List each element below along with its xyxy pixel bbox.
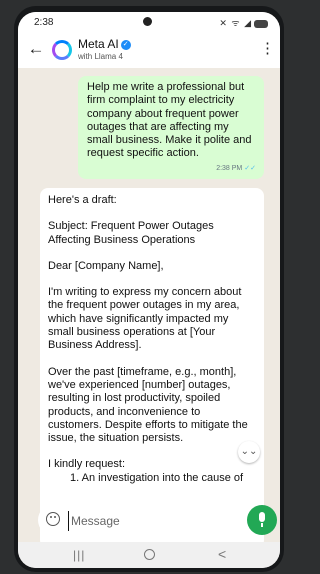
scroll-to-bottom-button[interactable]: ⌄⌄ (238, 441, 260, 463)
message-timestamp: 2:38 PM ✓✓ (216, 162, 256, 175)
ai-list-item-text: An investigation into the cause of (81, 471, 244, 484)
battery-icon (254, 19, 268, 28)
ai-paragraph-1: I'm writing to express my concern about … (48, 286, 242, 352)
ai-request-list-item: 1. An investigation into the cause of (70, 471, 244, 484)
mic-stand (261, 523, 263, 527)
read-receipt-icon: ✓✓ (244, 164, 256, 172)
nav-back-icon[interactable]: < (218, 546, 226, 562)
emoji-icon[interactable] (46, 512, 60, 526)
recent-apps-icon[interactable]: ||| (73, 548, 85, 562)
chat-header: ← Meta AI ✓ with Llama 4 ⋮ (18, 32, 280, 68)
signal-icons: ✕ ᯤ ◢ (219, 18, 252, 28)
chat-subtitle: with Llama 4 (78, 52, 123, 61)
message-input[interactable] (68, 511, 223, 531)
front-camera (143, 17, 152, 26)
ai-request: I kindly request: (48, 458, 126, 471)
home-icon[interactable] (144, 549, 155, 560)
status-time: 2:38 (34, 17, 54, 28)
mic-icon (259, 512, 265, 522)
status-icons: ✕ ᯤ ◢ (219, 16, 268, 29)
ai-paragraph-2: Over the past [timeframe, e.g., month], … (48, 365, 248, 445)
ai-salutation: Dear [Company Name], (48, 259, 164, 272)
status-bar: 2:38 ✕ ᯤ ◢ (18, 12, 280, 32)
mic-button[interactable] (247, 505, 277, 535)
user-message-bubble[interactable]: Help me write a professional but firm co… (78, 76, 264, 179)
ai-intro: Here's a draft: (48, 194, 117, 206)
verified-badge-icon: ✓ (120, 39, 131, 50)
ai-subject: Subject: Frequent Power Outages Affectin… (48, 220, 214, 246)
back-arrow-icon[interactable]: ← (26, 39, 46, 59)
meta-ai-logo-icon[interactable] (52, 40, 72, 60)
message-time: 2:38 PM (216, 164, 243, 172)
user-message-text: Help me write a professional but firm co… (87, 81, 252, 160)
phone-screen: 2:38 ✕ ᯤ ◢ ← Meta AI ✓ with Llama 4 ⋮ Hel… (18, 12, 280, 568)
more-options-icon[interactable]: ⋮ (260, 39, 275, 57)
ai-message-bubble[interactable]: Here's a draft: Subject: Frequent Power … (40, 188, 264, 548)
chat-title-text: Meta AI (78, 37, 119, 51)
phone-frame: 2:38 ✕ ᯤ ◢ ← Meta AI ✓ with Llama 4 ⋮ Hel… (14, 6, 284, 572)
system-nav-bar: ||| < (18, 542, 280, 568)
message-composer (38, 504, 243, 536)
chat-title[interactable]: Meta AI ✓ (78, 37, 131, 51)
